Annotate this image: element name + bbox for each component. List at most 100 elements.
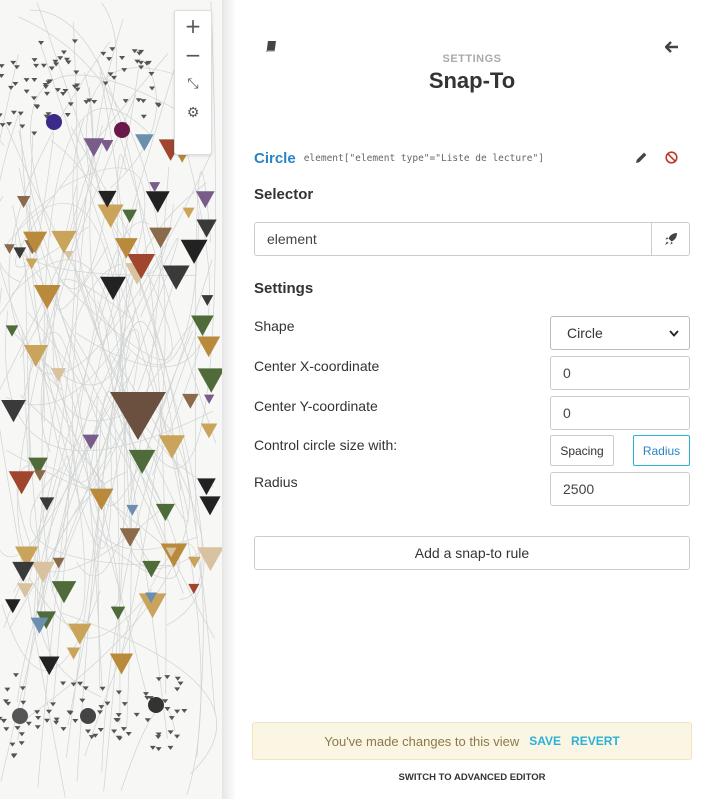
leaf-node (177, 681, 184, 686)
graph-node[interactable] (4, 244, 15, 254)
leaf-node (99, 686, 106, 691)
graph-node[interactable] (191, 315, 214, 336)
rule-type-label: Circle (254, 149, 296, 167)
graph-node[interactable] (25, 258, 38, 270)
revert-button[interactable]: REVERT (571, 734, 620, 748)
leaf-node (71, 39, 78, 44)
center-x-label: Center X-coordinate (254, 358, 380, 374)
leaf-node (121, 68, 128, 73)
chevron-down-icon (669, 329, 679, 337)
leaf-node (7, 85, 14, 90)
leaf-node (72, 718, 79, 723)
graph-node[interactable] (31, 561, 55, 584)
graph-node[interactable] (16, 196, 31, 208)
leaf-node (174, 676, 181, 681)
graph-node[interactable] (142, 560, 161, 578)
leaf-node (83, 100, 90, 105)
graph-node[interactable] (155, 503, 175, 521)
snap-rule-header: Circle element["element type"="Liste de … (254, 148, 684, 168)
graph-node[interactable] (197, 368, 222, 393)
shape-select[interactable]: Circle (550, 316, 690, 350)
settings-heading: Settings (254, 280, 314, 297)
hub-node[interactable] (80, 708, 96, 724)
graph-node[interactable] (50, 368, 67, 382)
shape-label: Shape (254, 318, 295, 334)
selector-heading: Selector (254, 186, 314, 203)
graph-node[interactable] (200, 423, 218, 439)
graph-node[interactable] (199, 496, 221, 516)
leaf-node (111, 75, 118, 80)
leaf-node (96, 710, 103, 715)
leaf-node (119, 56, 126, 61)
graph-node[interactable] (196, 219, 217, 238)
shape-select-value: Circle (567, 325, 603, 341)
graph-node[interactable] (197, 336, 221, 358)
rocket-icon (664, 233, 677, 245)
leaf-node (49, 702, 56, 707)
leaf-node (0, 123, 6, 128)
zoom-controls: + − ⤡ ⚙ (174, 10, 212, 155)
leaf-node (135, 98, 142, 103)
graph-node[interactable] (182, 393, 199, 409)
leaf-node (104, 701, 111, 706)
add-snap-rule-button[interactable]: Add a snap-to rule (254, 536, 690, 570)
leaf-node (164, 707, 171, 712)
zoom-in-button[interactable]: + (175, 11, 211, 40)
graph-node[interactable] (66, 647, 81, 660)
graph-node[interactable] (162, 265, 190, 290)
leaf-node (44, 91, 51, 96)
leaf-node (10, 754, 17, 759)
graph-node[interactable] (33, 470, 46, 481)
graph-node[interactable] (110, 606, 126, 620)
radius-toggle[interactable]: Radius (633, 435, 690, 466)
leaf-node (60, 727, 67, 732)
graph-node[interactable] (128, 449, 156, 474)
graph-node[interactable] (195, 191, 215, 209)
leaf-node (115, 713, 122, 718)
graph-node[interactable] (13, 247, 27, 259)
graph-node[interactable] (4, 599, 21, 614)
leaf-node (53, 720, 60, 725)
leaf-node (164, 675, 171, 680)
leaf-node (111, 729, 118, 734)
hub-node[interactable] (148, 697, 164, 713)
delete-rule-icon[interactable] (664, 150, 678, 164)
spacing-toggle[interactable]: Spacing (550, 435, 614, 466)
graph-node[interactable] (1, 400, 26, 423)
leaf-node (40, 63, 47, 68)
leaf-node (85, 729, 92, 734)
save-button[interactable]: SAVE (529, 734, 561, 748)
hub-node[interactable] (114, 122, 130, 138)
apply-selector-button[interactable] (651, 222, 690, 256)
center-x-input[interactable] (550, 356, 690, 390)
leaf-node (91, 99, 98, 104)
selector-input[interactable] (254, 222, 652, 256)
graph-canvas[interactable]: + − ⤡ ⚙ (0, 0, 222, 799)
hub-node[interactable] (46, 114, 62, 130)
pencil-icon[interactable] (634, 150, 648, 164)
graph-node[interactable] (52, 557, 65, 569)
leaf-node (122, 99, 129, 104)
graph-node[interactable] (160, 543, 188, 568)
fit-view-icon[interactable]: ⤡ (175, 69, 211, 98)
leaf-node (140, 99, 147, 104)
graph-node[interactable] (180, 239, 208, 264)
leaf-node (167, 745, 174, 750)
graph-node[interactable] (8, 471, 35, 495)
graph-node[interactable] (201, 295, 214, 306)
leaf-node (181, 708, 188, 713)
graph-node[interactable] (5, 325, 19, 337)
graph-node[interactable] (109, 653, 134, 675)
zoom-out-button[interactable]: − (175, 40, 211, 69)
hub-node[interactable] (12, 708, 28, 724)
graph-node[interactable] (182, 207, 195, 219)
radius-input[interactable] (550, 472, 690, 506)
leaf-node (42, 85, 49, 90)
leaf-node (73, 70, 80, 75)
filter-settings-icon[interactable]: ⚙ (175, 98, 211, 127)
center-y-input[interactable] (550, 396, 690, 430)
advanced-editor-link[interactable]: SWITCH TO ADVANCED EDITOR (222, 772, 720, 783)
leaf-node (149, 745, 156, 750)
graph-node[interactable] (126, 504, 139, 516)
graph-node[interactable] (122, 209, 137, 223)
